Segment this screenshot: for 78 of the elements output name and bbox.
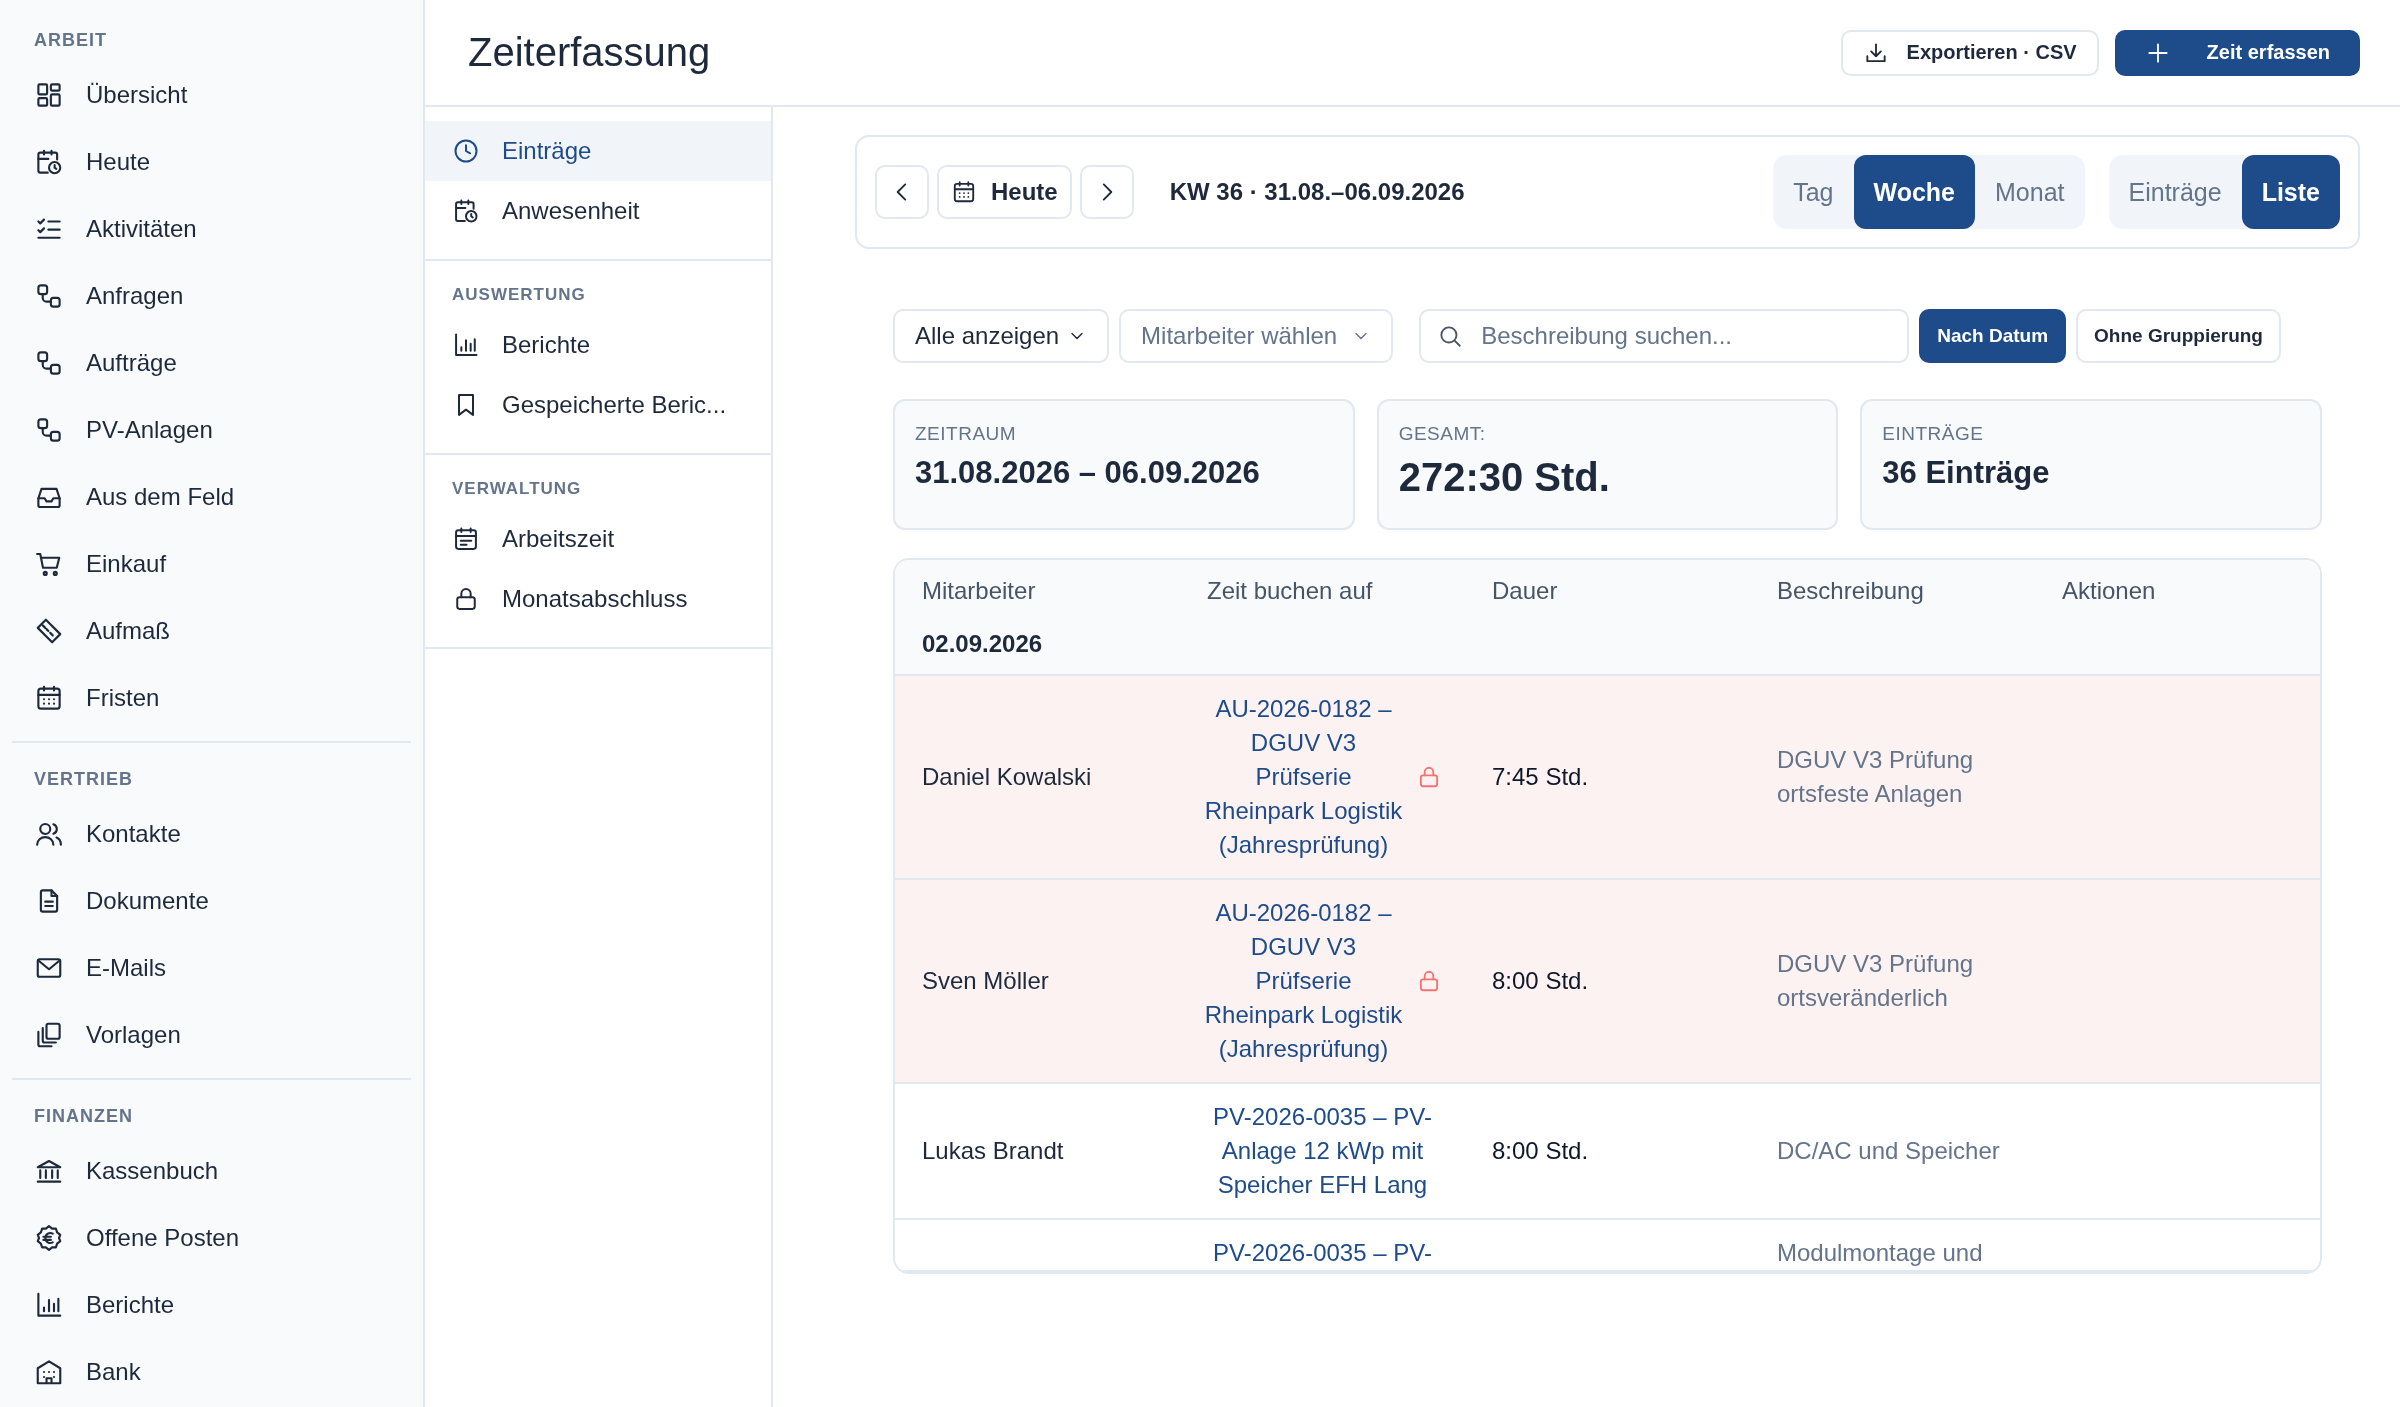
sidebar-item[interactable]: Einkauf bbox=[12, 530, 411, 597]
view-tab[interactable]: Einträge bbox=[2108, 155, 2242, 229]
duration-cell: 8:00 Std. bbox=[1492, 967, 1589, 994]
column-header: Mitarbeiter bbox=[921, 577, 1037, 605]
column-header: Zeit buchen auf bbox=[1206, 577, 1374, 605]
column-header: Aktionen bbox=[2061, 577, 2157, 605]
column-header: Dauer bbox=[1491, 577, 1559, 605]
sidebar-item[interactable]: Kontakte bbox=[12, 800, 411, 867]
calendar-icon bbox=[951, 179, 977, 205]
grouping-button[interactable]: Ohne Gruppierung bbox=[2076, 309, 2281, 363]
next-button[interactable] bbox=[1079, 165, 1134, 219]
employee-name: Sven Möller bbox=[922, 967, 1049, 994]
subnav-item[interactable]: Arbeitszeit bbox=[425, 509, 771, 569]
view-tab[interactable]: Liste bbox=[2241, 155, 2340, 229]
sidebar-item[interactable]: Offene Posten bbox=[12, 1204, 411, 1271]
booking-link[interactable]: PV-2026-0035 – PV-Anlage 12 kWp mit Speicher EFH Lang bbox=[1197, 1100, 1448, 1202]
booking-link[interactable]: AU-2026-0182 – DGUV V3 Prüfserie Rheinpark Logistik (Jahresprüfung) bbox=[1203, 896, 1404, 1066]
sidebar-item[interactable]: Aus dem Feld bbox=[12, 463, 411, 530]
description-cell: Modulmontage und bbox=[1777, 1239, 1983, 1266]
description-cell: DC/AC und Speicher bbox=[1777, 1137, 2000, 1164]
sidebar-item[interactable]: Aufträge bbox=[12, 329, 411, 396]
column-header: Beschreibung bbox=[1776, 577, 1925, 605]
sidebar-item[interactable]: Aktivitäten bbox=[12, 195, 411, 262]
calendar-icon bbox=[452, 525, 480, 553]
sidebar-item[interactable]: Bank bbox=[12, 1338, 411, 1405]
clock-icon bbox=[452, 137, 480, 165]
stat-value: 31.08.2026 – 06.09.2026 bbox=[915, 455, 1261, 491]
sidebar-item[interactable]: Heute bbox=[12, 128, 411, 195]
sidebar-item[interactable]: PV-Anlagen bbox=[12, 396, 411, 463]
subnav-item[interactable]: Einträge bbox=[425, 121, 771, 181]
search-field[interactable]: Beschreibung suchen... bbox=[1419, 309, 1910, 363]
euro-icon bbox=[34, 1222, 64, 1253]
employee-dropdown[interactable]: Mitarbeiter wählen bbox=[1119, 309, 1394, 363]
previous-button[interactable] bbox=[875, 165, 929, 219]
duration-cell: 8:00 Std. bbox=[1492, 1137, 1589, 1164]
description-cell: DGUV V3 Prüfung ortsfeste Anlagen bbox=[1777, 746, 1974, 807]
subnav-item[interactable]: Berichte bbox=[425, 315, 771, 375]
bar-chart-icon bbox=[452, 331, 480, 359]
section-label: FINANZEN bbox=[33, 1105, 134, 1128]
status-dropdown[interactable]: Alle anzeigen bbox=[893, 309, 1110, 363]
sidebar-item[interactable]: Vorlagen bbox=[12, 1001, 411, 1068]
description-cell: DGUV V3 Prüfung ortsveränderlich bbox=[1777, 950, 1974, 1011]
section-label: AUSWERTUNG bbox=[451, 284, 587, 306]
grouping-button[interactable]: Nach Datum bbox=[1919, 309, 2067, 363]
duration-cell: 7:45 Std. bbox=[1492, 763, 1589, 790]
range-tab[interactable]: Tag bbox=[1773, 155, 1854, 229]
stat-value: 272:30 Std. bbox=[1398, 455, 1611, 500]
sidebar-item[interactable]: E-Mails bbox=[12, 934, 411, 1001]
stat-label: EINTRÄGE bbox=[1882, 423, 1985, 445]
period-label: KW 36 · 31.08.–06.09.2026 bbox=[1169, 178, 1466, 206]
section-label: ARBEIT bbox=[33, 29, 108, 52]
range-tab[interactable]: Monat bbox=[1975, 155, 2085, 229]
subnav-item[interactable]: Gespeicherte Beric... bbox=[425, 375, 771, 435]
stat-value: 36 Einträge bbox=[1882, 455, 2051, 491]
stat-label: GESAMT: bbox=[1398, 423, 1487, 445]
subnav-item[interactable]: Anwesenheit bbox=[425, 181, 771, 241]
today-button[interactable]: Heute bbox=[937, 165, 1072, 219]
sidebar-item[interactable]: Fristen bbox=[12, 664, 411, 731]
section-label: VERWALTUNG bbox=[451, 478, 583, 500]
subnav-item[interactable]: Monatsabschluss bbox=[425, 569, 771, 629]
export-button[interactable]: Exportieren · CSV bbox=[1840, 29, 2099, 76]
sidebar-item[interactable]: Berichte bbox=[12, 1271, 411, 1338]
employee-name: Lukas Brandt bbox=[922, 1137, 1064, 1164]
calendar-clock-icon bbox=[452, 197, 480, 225]
add-time-button[interactable]: Zeit erfassen bbox=[2114, 29, 2360, 76]
section-label: VERTRIEB bbox=[33, 768, 134, 791]
booking-link[interactable]: PV-2026-0035 – PV- bbox=[1213, 1236, 1432, 1270]
sidebar-item[interactable]: Übersicht bbox=[12, 61, 411, 128]
sidebar-item[interactable]: Aufmaß bbox=[12, 597, 411, 664]
employee-name: Daniel Kowalski bbox=[922, 763, 1092, 790]
page-title: Zeiterfassung bbox=[468, 30, 711, 75]
booking-link[interactable]: AU-2026-0182 – DGUV V3 Prüfserie Rheinpark Logistik (Jahresprüfung) bbox=[1203, 692, 1404, 862]
sidebar-item[interactable]: Anfragen bbox=[12, 262, 411, 329]
stat-label: ZEITRAUM bbox=[915, 423, 1018, 445]
date-group-label: 02.09.2026 bbox=[922, 630, 1043, 657]
sidebar-item[interactable]: Kassenbuch bbox=[12, 1137, 411, 1204]
sidebar-item[interactable]: Dokumente bbox=[12, 867, 411, 934]
range-tab[interactable]: Woche bbox=[1853, 155, 1976, 229]
